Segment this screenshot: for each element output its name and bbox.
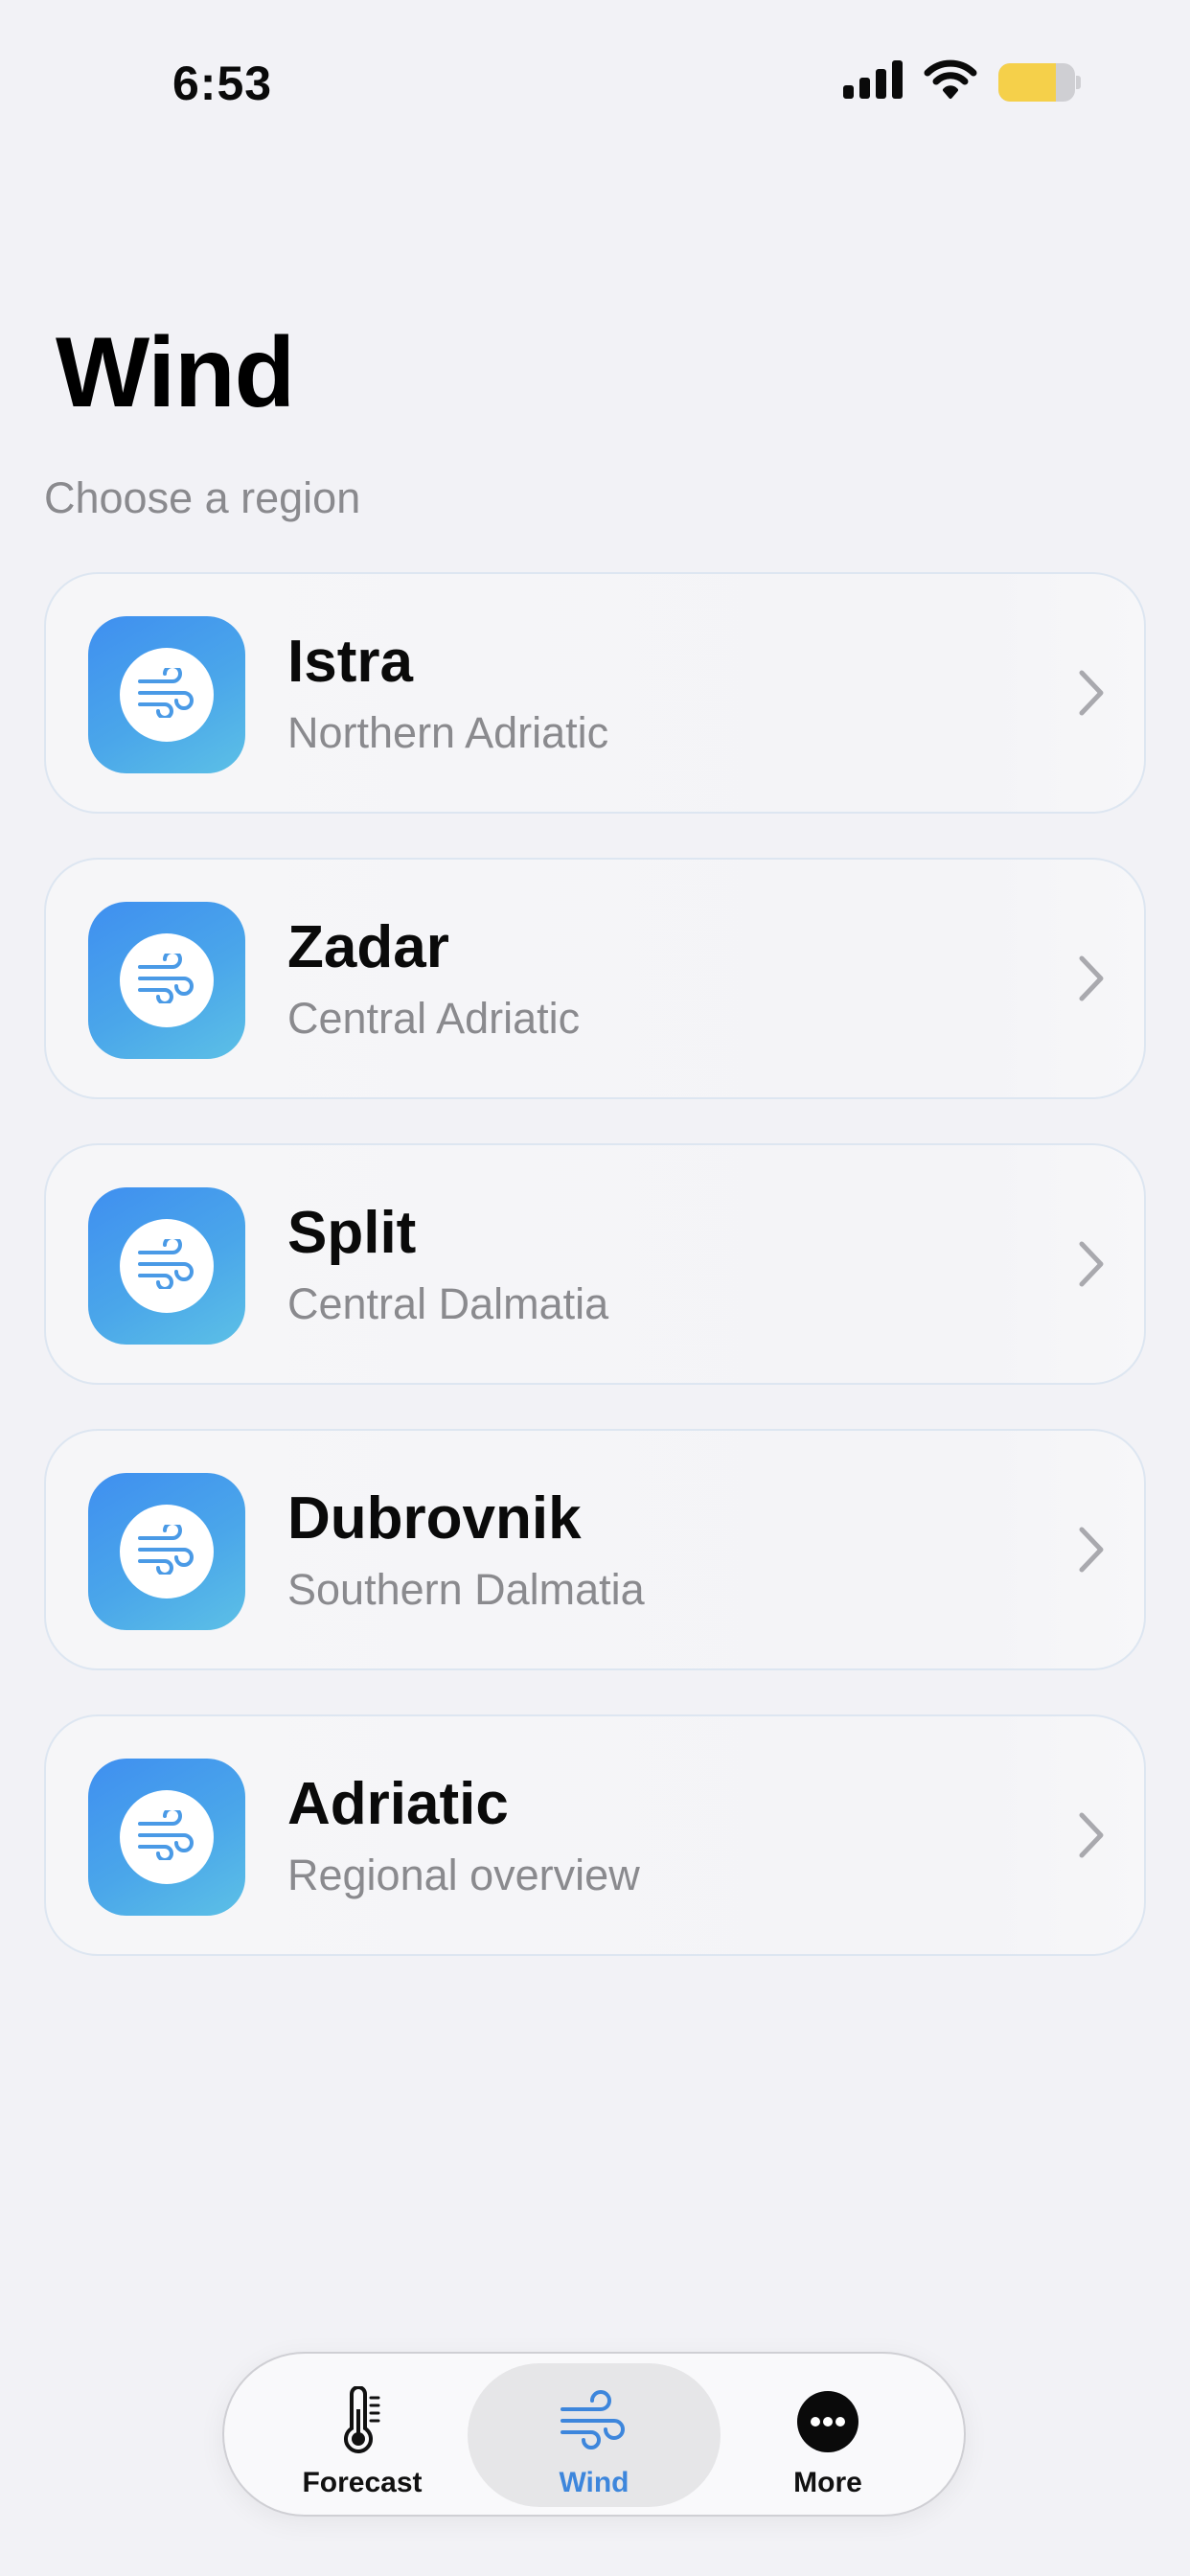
status-time: 6:53 <box>172 57 273 110</box>
region-description: Central Dalmatia <box>287 1279 609 1328</box>
region-name: Split <box>287 1200 417 1266</box>
page-subtitle: Choose a region <box>44 473 361 522</box>
tab-label: Forecast <box>302 2467 423 2498</box>
region-card-adriatic[interactable]: Adriatic Regional overview <box>44 1714 1146 1956</box>
region-name: Zadar <box>287 914 449 980</box>
page-title: Wind <box>56 317 295 428</box>
region-card-istra[interactable]: Istra Northern Adriatic <box>44 572 1146 814</box>
tab-forecast[interactable]: Forecast <box>236 2363 489 2507</box>
chevron-right-icon <box>1077 1810 1106 1860</box>
region-icon <box>88 1473 245 1630</box>
wind-icon <box>561 2386 628 2457</box>
region-description: Regional overview <box>287 1851 640 1899</box>
wind-screen: 6:53 Wind Choose a region Istra Northern… <box>0 0 1190 2576</box>
region-description: Northern Adriatic <box>287 708 609 757</box>
wifi-icon <box>924 59 977 104</box>
region-name: Istra <box>287 629 413 695</box>
chevron-right-icon <box>1077 1525 1106 1575</box>
thermometer-icon <box>329 2385 396 2457</box>
chevron-right-icon <box>1077 668 1106 718</box>
region-icon <box>88 616 245 773</box>
region-name: Dubrovnik <box>287 1485 582 1552</box>
wind-icon <box>136 1234 197 1294</box>
tab-label: Wind <box>559 2467 629 2498</box>
chevron-right-icon <box>1077 1239 1106 1289</box>
region-icon <box>88 1759 245 1916</box>
wind-icon <box>136 663 197 723</box>
more-icon <box>794 2386 861 2457</box>
region-name: Adriatic <box>287 1771 509 1837</box>
region-icon <box>88 1187 245 1345</box>
status-bar: 6:53 <box>0 0 1190 144</box>
region-description: Central Adriatic <box>287 994 581 1043</box>
battery-icon <box>998 62 1081 102</box>
cellular-signal-icon <box>843 60 903 104</box>
region-icon <box>88 902 245 1059</box>
tab-more[interactable]: More <box>701 2363 954 2507</box>
region-description: Southern Dalmatia <box>287 1565 645 1614</box>
wind-icon <box>136 1806 197 1865</box>
tab-wind[interactable]: Wind <box>468 2363 721 2507</box>
region-card-split[interactable]: Split Central Dalmatia <box>44 1143 1146 1385</box>
wind-icon <box>136 949 197 1008</box>
region-card-dubrovnik[interactable]: Dubrovnik Southern Dalmatia <box>44 1429 1146 1670</box>
tab-label: More <box>793 2467 862 2498</box>
region-card-zadar[interactable]: Zadar Central Adriatic <box>44 858 1146 1099</box>
tab-bar: Forecast Wind More <box>222 2352 966 2517</box>
status-icons <box>843 59 1081 104</box>
region-list: Istra Northern Adriatic Zadar Central Ad… <box>44 572 1146 2000</box>
chevron-right-icon <box>1077 954 1106 1003</box>
wind-icon <box>136 1520 197 1579</box>
